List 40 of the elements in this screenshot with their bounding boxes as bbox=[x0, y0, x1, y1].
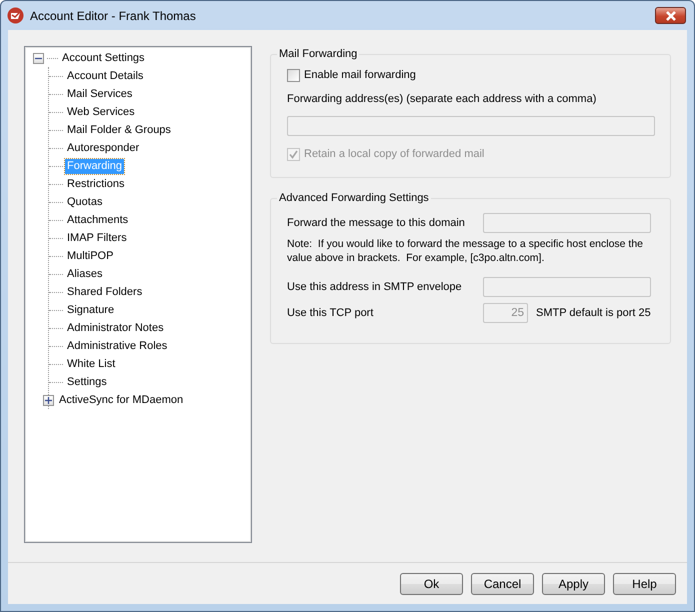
tree-item[interactable]: Account Details bbox=[65, 68, 146, 84]
tree-item[interactable]: Quotas bbox=[65, 194, 104, 210]
tree-item[interactable]: Shared Folders bbox=[65, 284, 144, 300]
tree-item[interactable]: Web Services bbox=[65, 104, 137, 120]
tree-item[interactable]: White List bbox=[65, 356, 118, 372]
tree-item[interactable]: Signature bbox=[65, 302, 116, 318]
tree-item[interactable]: Mail Folder & Groups bbox=[65, 122, 173, 138]
collapse-icon[interactable] bbox=[33, 52, 44, 64]
dialog-button[interactable]: Ok bbox=[400, 572, 463, 594]
field-label: Forward the message to this domain bbox=[287, 216, 466, 231]
tree-item[interactable]: Settings bbox=[65, 374, 109, 390]
port-hint: SMTP default is port 25 bbox=[536, 306, 651, 321]
group-title: Advanced Forwarding Settings bbox=[277, 191, 431, 206]
dialog-button[interactable]: Cancel bbox=[471, 572, 534, 594]
tree-item[interactable]: MultiPOP bbox=[65, 248, 116, 264]
checkbox[interactable] bbox=[287, 68, 300, 82]
close-button[interactable] bbox=[655, 7, 686, 24]
tree-item[interactable]: ActiveSync for MDaemon bbox=[57, 392, 186, 408]
field-label: Use this TCP port bbox=[287, 306, 374, 321]
tree-item[interactable]: IMAP Filters bbox=[65, 230, 129, 246]
window-title: Account Editor - Frank Thomas bbox=[30, 8, 196, 24]
note-text: Note: If you would like to forward the message to a specific host enclose the value above in brackets. For example, [c3po.altn.com]. bbox=[287, 237, 644, 265]
tree-item[interactable]: Attachments bbox=[65, 212, 130, 228]
group-title: Mail Forwarding bbox=[277, 47, 360, 62]
tree-item[interactable]: Autoresponder bbox=[65, 140, 142, 156]
tree-item[interactable]: Mail Services bbox=[65, 86, 134, 102]
dialog-button[interactable]: Apply bbox=[542, 572, 605, 594]
checkbox-label: Retain a local copy of forwarded mail bbox=[304, 147, 484, 162]
tree-item[interactable]: Restrictions bbox=[65, 176, 126, 192]
expand-icon[interactable] bbox=[43, 394, 54, 406]
tree-item[interactable]: Administrator Notes bbox=[65, 320, 166, 336]
dialog-button[interactable]: Help bbox=[613, 572, 676, 594]
tree-item[interactable]: Administrative Roles bbox=[65, 338, 170, 354]
checkbox-label: Enable mail forwarding bbox=[304, 68, 416, 83]
tree-item[interactable]: Aliases bbox=[65, 266, 104, 282]
field-label: Forwarding address(es) (separate each address with a comma) bbox=[287, 92, 598, 106]
close-icon bbox=[664, 10, 678, 20]
tree-item[interactable]: Account Settings bbox=[60, 50, 147, 66]
field-label: Use this address in SMTP envelope bbox=[287, 280, 463, 295]
app-icon bbox=[7, 7, 24, 24]
